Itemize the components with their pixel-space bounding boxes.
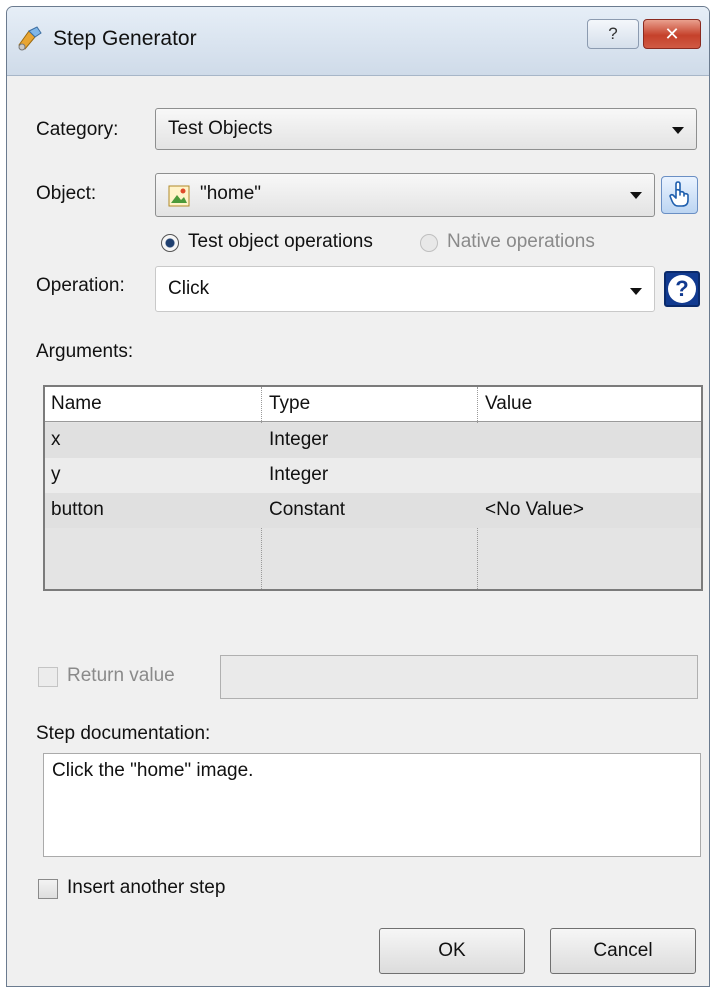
category-label: Category: <box>36 119 119 140</box>
pointing-hand-icon <box>669 181 689 207</box>
table-row[interactable]: x Integer <box>45 423 701 458</box>
window-title: Step Generator <box>53 27 197 50</box>
object-dropdown[interactable]: "home" <box>155 173 655 217</box>
return-value-label: Return value <box>67 665 175 686</box>
object-value: "home" <box>200 183 262 204</box>
operation-value: Click <box>168 278 210 299</box>
cell-type: Constant <box>269 499 346 520</box>
operation-help-icon[interactable]: ? <box>664 271 700 307</box>
cell-name: button <box>51 499 104 520</box>
cancel-label: Cancel <box>593 940 653 961</box>
step-generator-icon <box>18 26 42 51</box>
operation-label: Operation: <box>36 275 125 296</box>
table-row[interactable]: button Constant <No Value> <box>45 493 701 528</box>
ok-button[interactable]: OK <box>379 928 525 974</box>
category-dropdown[interactable]: Test Objects <box>155 108 697 150</box>
title-bar[interactable]: Step Generator ? ✕ <box>7 7 709 76</box>
insert-another-step-checkbox[interactable] <box>38 879 58 899</box>
chevron-down-icon <box>630 192 642 199</box>
chevron-down-icon <box>672 127 684 134</box>
close-icon: ✕ <box>664 23 680 44</box>
cell-name: x <box>51 429 61 450</box>
step-documentation-label: Step documentation: <box>36 723 211 744</box>
column-header-value[interactable]: Value <box>485 393 532 415</box>
operation-dropdown[interactable]: Click <box>155 266 655 312</box>
radio-test-object-operations-label: Test object operations <box>188 231 373 252</box>
radio-native-operations-label: Native operations <box>447 231 595 252</box>
help-label: ? <box>608 24 618 43</box>
image-icon <box>168 185 190 207</box>
table-row[interactable]: y Integer <box>45 458 701 493</box>
object-picker-button[interactable] <box>661 176 698 214</box>
cancel-button[interactable]: Cancel <box>550 928 696 974</box>
return-value-checkbox[interactable] <box>38 667 58 687</box>
return-value-input[interactable] <box>220 655 698 699</box>
cell-name: y <box>51 464 61 485</box>
arguments-label: Arguments: <box>36 341 134 362</box>
close-button[interactable]: ✕ <box>643 19 701 49</box>
step-documentation-textarea[interactable]: Click the "home" image. <box>43 753 701 857</box>
object-label: Object: <box>36 183 97 204</box>
ok-label: OK <box>438 940 466 961</box>
column-header-name[interactable]: Name <box>51 393 102 415</box>
cell-type: Integer <box>269 429 329 450</box>
radio-test-object-operations[interactable] <box>161 234 179 252</box>
column-header-type[interactable]: Type <box>269 393 310 415</box>
table-header: Name Type Value <box>45 387 701 422</box>
radio-native-operations[interactable] <box>420 234 438 252</box>
chevron-down-icon <box>630 288 642 295</box>
cell-value[interactable]: <No Value> <box>485 499 584 521</box>
cell-type: Integer <box>269 464 329 485</box>
step-generator-dialog: Step Generator ? ✕ Category: Test Object… <box>6 6 710 987</box>
arguments-table[interactable]: Name Type Value x Integer y Integer butt… <box>43 385 703 591</box>
category-value: Test Objects <box>168 118 273 139</box>
help-button[interactable]: ? <box>587 19 639 49</box>
insert-another-step-label: Insert another step <box>67 877 226 898</box>
